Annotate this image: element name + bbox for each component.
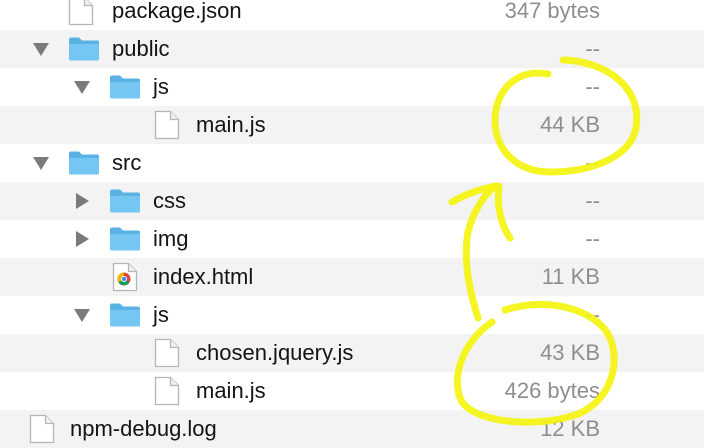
file-name: index.html — [153, 264, 254, 289]
file-size: -- — [585, 188, 600, 213]
file-name: package.json — [112, 0, 242, 23]
file-row-src-main-js[interactable]: main.js 426 bytes — [0, 372, 704, 410]
file-size: 43 KB — [540, 340, 600, 365]
folder-name: public — [112, 36, 170, 61]
file-size: 12 KB — [540, 416, 600, 441]
file-name: chosen.jquery.js — [196, 340, 354, 365]
folder-name: src — [112, 150, 142, 175]
disclosure-triangle-expanded-icon[interactable] — [31, 144, 51, 182]
file-size: -- — [585, 74, 600, 99]
file-row-index-html[interactable]: index.html 11 KB — [0, 258, 704, 296]
file-name: main.js — [196, 112, 266, 137]
folder-icon — [108, 182, 142, 220]
folder-icon — [108, 68, 142, 106]
folder-row-src-img[interactable]: img -- — [0, 220, 704, 258]
file-size: 347 bytes — [504, 0, 600, 23]
folder-row-public-js[interactable]: js -- — [0, 68, 704, 106]
file-size: 11 KB — [541, 264, 600, 289]
chrome-html-file-icon — [108, 258, 142, 296]
folder-row-src-css[interactable]: css -- — [0, 182, 704, 220]
folder-name: css — [153, 188, 186, 213]
file-row-package-json[interactable]: package.json 347 bytes — [0, 0, 704, 30]
file-row-chosen-jquery-js[interactable]: chosen.jquery.js 43 KB — [0, 334, 704, 372]
file-name: npm-debug.log — [70, 416, 217, 441]
disclosure-triangle-collapsed-icon[interactable] — [72, 182, 92, 220]
file-size: -- — [585, 226, 600, 251]
folder-row-src-js[interactable]: js -- — [0, 296, 704, 334]
file-size: -- — [585, 150, 600, 175]
file-icon — [64, 0, 98, 30]
file-name: main.js — [196, 378, 266, 403]
folder-icon — [108, 296, 142, 334]
folder-row-public[interactable]: public -- — [0, 30, 704, 68]
file-icon — [150, 106, 184, 144]
folder-row-src[interactable]: src -- — [0, 144, 704, 182]
file-size: 426 bytes — [504, 378, 600, 403]
file-icon — [150, 372, 184, 410]
disclosure-triangle-collapsed-icon[interactable] — [72, 220, 92, 258]
folder-icon — [108, 220, 142, 258]
folder-icon — [67, 30, 101, 68]
file-size: 44 KB — [540, 112, 600, 137]
folder-name: js — [153, 302, 169, 327]
file-icon — [25, 410, 59, 448]
disclosure-triangle-expanded-icon[interactable] — [31, 30, 51, 68]
file-size: -- — [585, 302, 600, 327]
file-icon — [150, 334, 184, 372]
folder-name: img — [153, 226, 189, 251]
disclosure-triangle-expanded-icon[interactable] — [72, 68, 92, 106]
folder-name: js — [153, 74, 169, 99]
file-row-npm-debug-log[interactable]: npm-debug.log 12 KB — [0, 410, 704, 448]
folder-icon — [67, 144, 101, 182]
file-size: -- — [585, 36, 600, 61]
disclosure-triangle-expanded-icon[interactable] — [72, 296, 92, 334]
file-row-public-main-js[interactable]: main.js 44 KB — [0, 106, 704, 144]
file-list: package.json 347 bytes public -- js -- m… — [0, 0, 704, 448]
